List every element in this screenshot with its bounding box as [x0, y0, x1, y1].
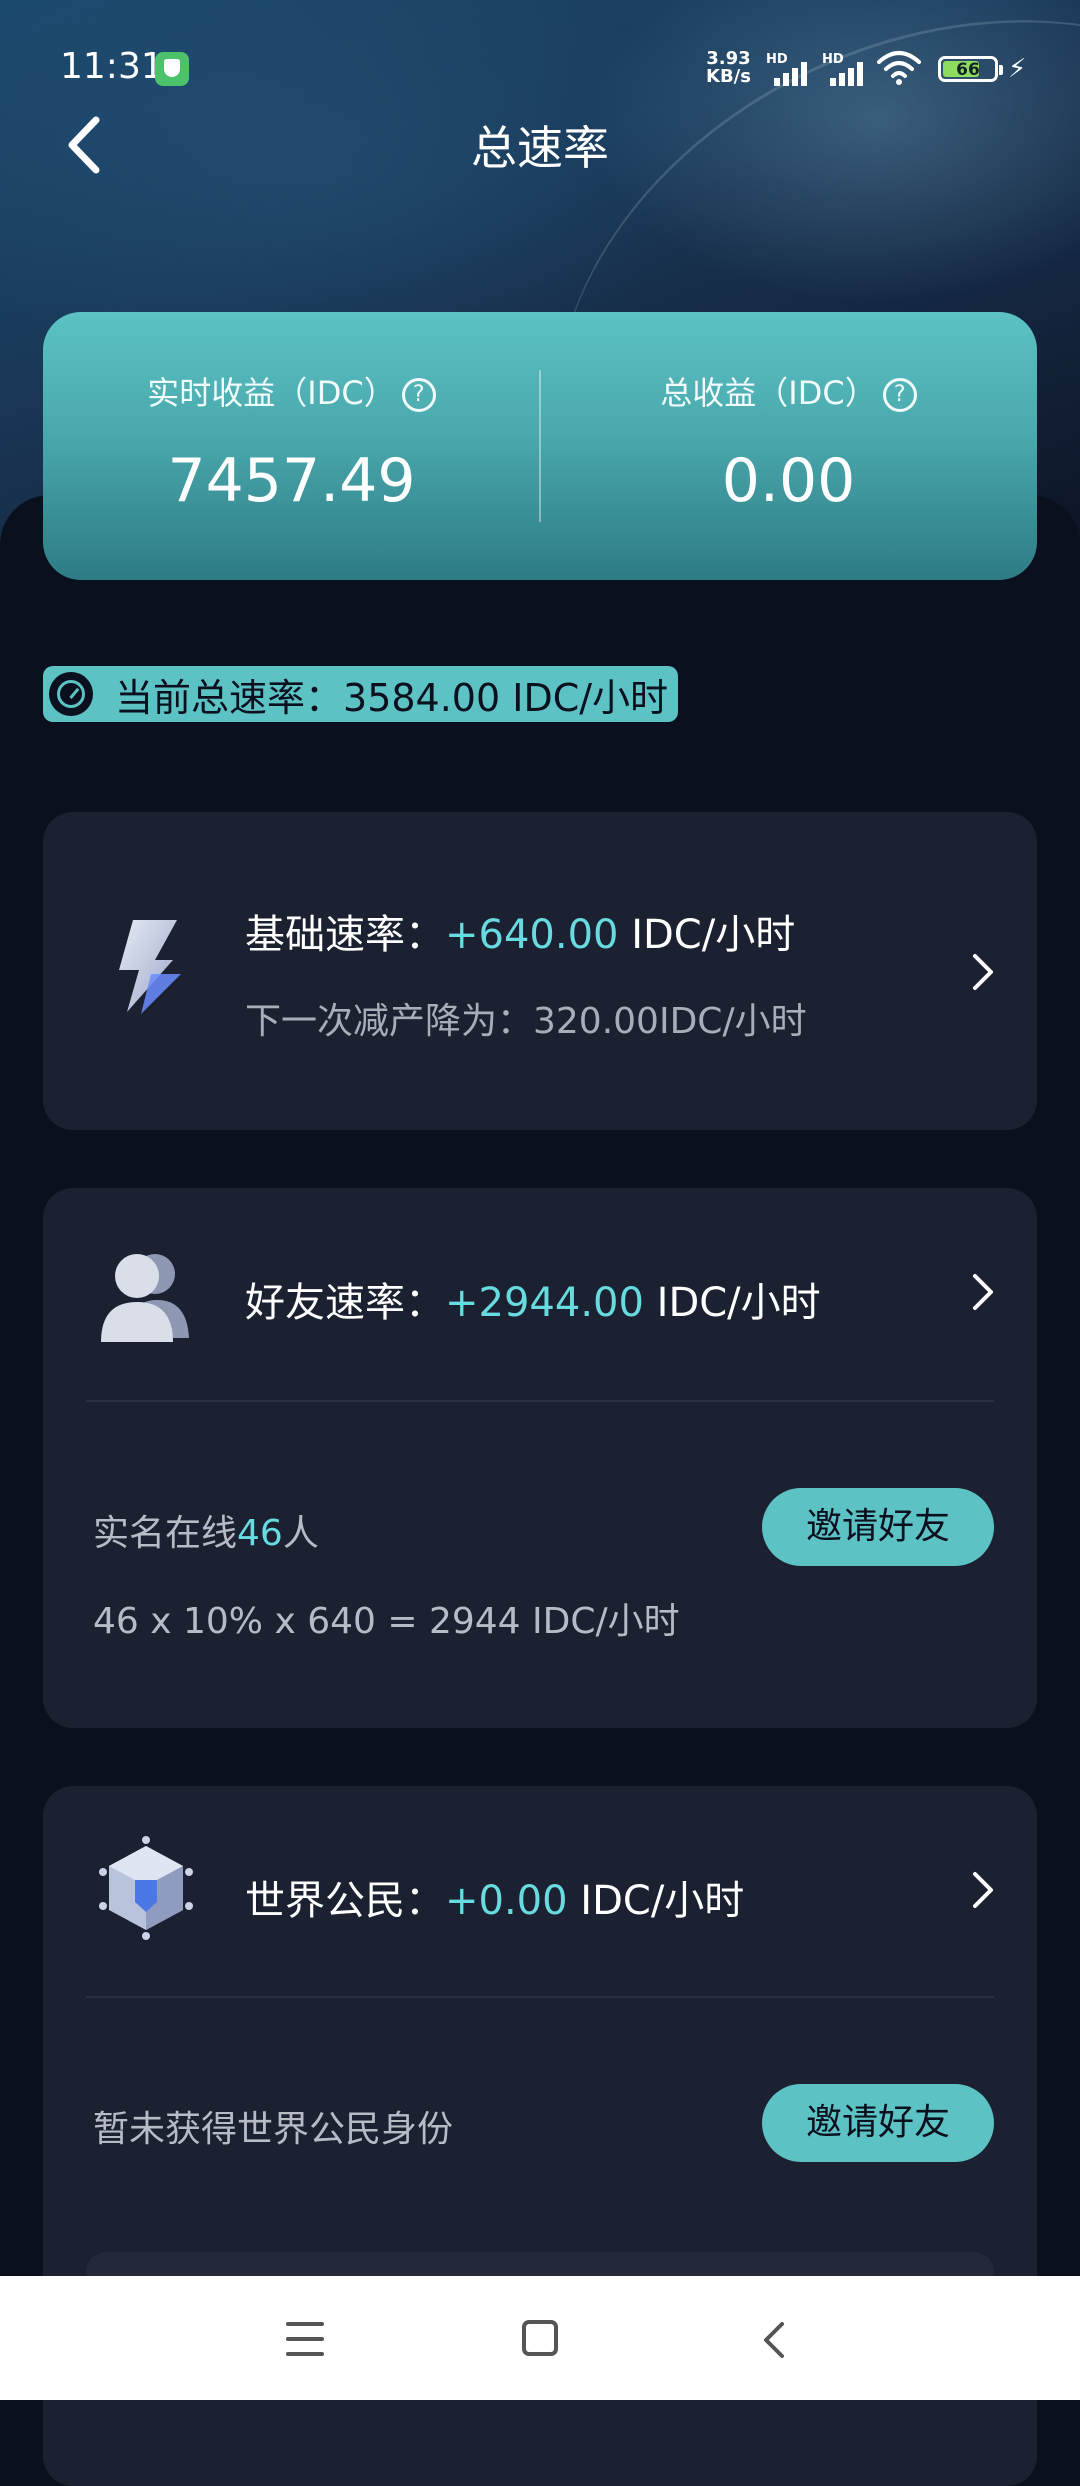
- menu-icon[interactable]: [286, 2322, 324, 2356]
- world-citizen-title[interactable]: 世界公民：+0.00 IDC/小时: [245, 1868, 744, 1926]
- shield-icon: [155, 52, 189, 86]
- signal-icon: HD: [766, 52, 812, 86]
- total-earnings-label: 总收益（IDC）: [660, 374, 877, 412]
- wifi-icon: [877, 51, 921, 85]
- home-icon[interactable]: [522, 2320, 558, 2356]
- help-icon[interactable]: ?: [882, 378, 917, 412]
- network-speed: 3.93 KB/s: [706, 50, 751, 86]
- cube-icon[interactable]: [93, 1836, 199, 1942]
- chevron-right-icon: [973, 954, 993, 990]
- world-citizen-label: 世界公民：: [245, 1878, 445, 1924]
- base-rate-value: +640.00: [445, 912, 619, 958]
- next-reduction-text: 下一次减产降为：320.00IDC/小时: [245, 1001, 807, 1042]
- realtime-earnings-value: 7457.49: [167, 446, 416, 516]
- realtime-earnings: 实时收益（IDC）? 7457.49: [43, 312, 540, 580]
- base-rate-card[interactable]: 基础速率：+640.00 IDC/小时 下一次减产降为：320.00IDC/小时: [43, 812, 1037, 1130]
- base-rate-title: 基础速率：+640.00 IDC/小时: [245, 902, 795, 960]
- total-earnings-value: 0.00: [721, 446, 856, 516]
- signal-icon: HD: [822, 52, 868, 86]
- online-suffix: 人: [282, 1513, 319, 1554]
- battery-icon: 66: [938, 56, 1003, 82]
- lightning-icon: [119, 920, 181, 1014]
- battery-level: 66: [956, 60, 980, 80]
- page-title: 总速率: [471, 121, 609, 175]
- chevron-right-icon[interactable]: [967, 1868, 999, 1912]
- current-rate-label: 当前总速率：: [115, 675, 344, 720]
- network-speed-unit: KB/s: [706, 66, 751, 87]
- invite-friends-button[interactable]: 邀请好友: [762, 2084, 994, 2162]
- online-count: 46: [237, 1513, 283, 1554]
- base-rate-unit: IDC/小时: [631, 912, 796, 958]
- nav-back-icon[interactable]: [760, 2318, 786, 2362]
- friend-rate-title[interactable]: 好友速率：+2944.00 IDC/小时: [245, 1270, 821, 1328]
- friends-icon[interactable]: [93, 1240, 199, 1346]
- invite-friends-button[interactable]: 邀请好友: [762, 1488, 994, 1566]
- help-icon[interactable]: ?: [401, 378, 436, 412]
- total-earnings: 总收益（IDC）? 0.00: [540, 312, 1037, 580]
- gauge-icon: [49, 672, 93, 716]
- base-rate-label: 基础速率：: [245, 912, 445, 958]
- total-earnings-label-row: 总收益（IDC）?: [540, 368, 1037, 414]
- charging-icon: ⚡: [1008, 54, 1027, 84]
- online-prefix: 实名在线: [93, 1513, 238, 1554]
- world-citizen-value: +0.00: [445, 1878, 568, 1924]
- realtime-earnings-label-row: 实时收益（IDC）?: [43, 368, 540, 414]
- world-citizen-unit: IDC/小时: [580, 1878, 745, 1924]
- realtime-earnings-label: 实时收益（IDC）: [147, 374, 396, 412]
- friend-rate-card: 好友速率：+2944.00 IDC/小时 实名在线46人 邀请好友 46 x 1…: [43, 1188, 1037, 1728]
- chevron-right-icon[interactable]: [967, 1270, 999, 1314]
- friend-rate-value: +2944.00: [445, 1280, 644, 1326]
- card-divider: [86, 1996, 994, 1998]
- status-bar: 11:31 3.93 KB/s HD HD 66 ⚡: [0, 0, 1080, 130]
- status-time: 11:31: [60, 46, 164, 87]
- friend-rate-unit: IDC/小时: [656, 1280, 821, 1326]
- system-nav-bar: [0, 2276, 1080, 2400]
- friend-rate-formula: 46 x 10% x 640 = 2944 IDC/小时: [93, 1601, 680, 1642]
- card-divider: [86, 1400, 994, 1402]
- world-citizen-status: 暂未获得世界公民身份: [93, 2109, 454, 2150]
- earnings-card: 实时收益（IDC）? 7457.49 总收益（IDC）? 0.00: [43, 312, 1037, 580]
- online-count-text: 实名在线46人: [93, 1504, 319, 1556]
- friend-rate-label: 好友速率：: [245, 1280, 445, 1326]
- current-total-rate: 当前总速率： 3584.00 IDC/小时: [43, 666, 679, 722]
- current-rate-value: 3584.00 IDC/小时: [343, 675, 669, 720]
